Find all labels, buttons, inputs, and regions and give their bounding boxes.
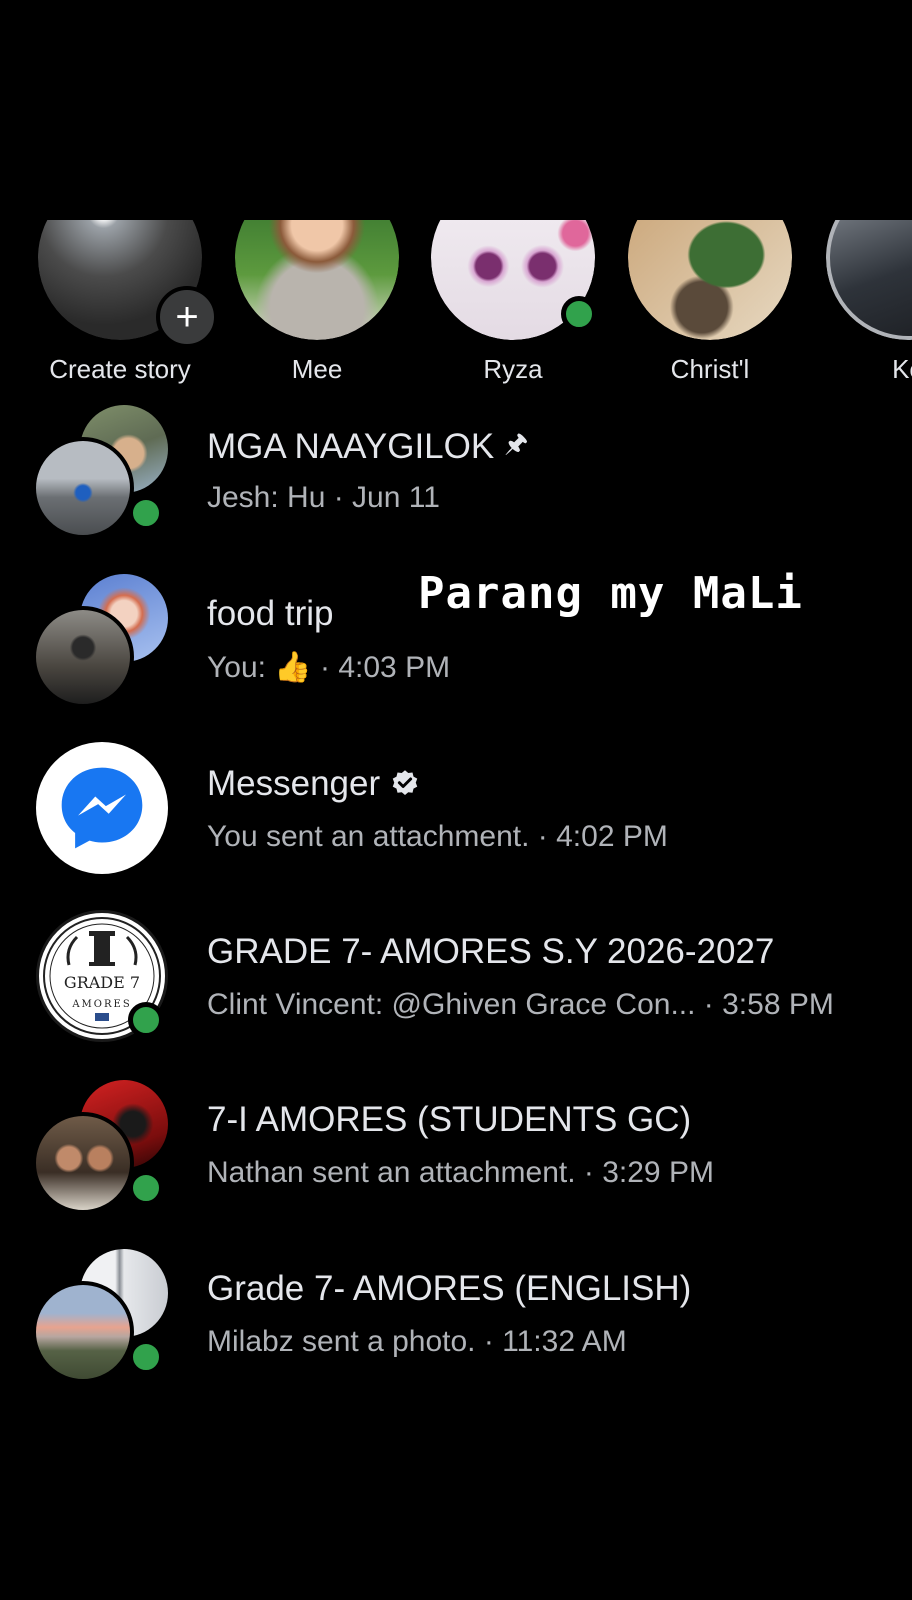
chat-title: GRADE 7- AMORES S.Y 2026-2027	[207, 932, 774, 972]
verified-badge-icon	[392, 770, 418, 795]
story-avatar	[628, 220, 792, 340]
chat-last-message: Clint Vincent: @Ghiven Grace Con... · 3:…	[207, 988, 834, 1021]
message-sender: You:	[207, 651, 266, 684]
chat-row-grade7-amores-english[interactable]: Grade 7- AMORES (ENGLISH) Milabz sent a …	[0, 1247, 912, 1415]
chat-last-message: Jesh: Hu · Jun 11	[207, 481, 440, 514]
chat-last-message: You sent an attachment. · 4:02 PM	[207, 820, 668, 853]
messenger-avatar	[36, 742, 172, 878]
story-name: Christ'l	[670, 354, 750, 384]
online-indicator	[128, 1170, 164, 1206]
chat-title: Grade 7- AMORES (ENGLISH)	[207, 1269, 691, 1309]
chat-last-message: Milabz sent a photo. · 11:32 AM	[207, 1325, 627, 1358]
avatar-front	[32, 437, 134, 539]
stories-row: Create story + Mee Ryza Christ'l Ke	[0, 220, 912, 400]
chat-title-text: MGA NAAYGILOK	[207, 427, 495, 466]
chat-title-text: 7-I AMORES (STUDENTS GC)	[207, 1100, 692, 1139]
online-indicator	[128, 1002, 164, 1038]
chat-title: Messenger	[207, 764, 420, 804]
story-name: Mee	[291, 354, 343, 384]
overlay-caption: Parang my MaLi	[418, 568, 803, 619]
avatar-front	[32, 1281, 134, 1383]
chat-title-text: Messenger	[207, 764, 381, 803]
chat-title-text: food trip	[207, 594, 334, 633]
chat-row-mga-naaygilok[interactable]: MGA NAAYGILOK 🖈 Jesh: Hu · Jun 11	[0, 403, 912, 571]
pin-icon: 🖈	[504, 428, 529, 458]
avatar-front	[32, 1112, 134, 1214]
chat-last-message: Nathan sent an attachment. · 3:29 PM	[207, 1156, 714, 1189]
chat-title: food trip	[207, 594, 333, 634]
thumbs-up-icon: 👍	[274, 651, 312, 684]
group-avatar	[32, 1078, 172, 1214]
chat-row-7i-amores-students[interactable]: 7-I AMORES (STUDENTS GC) Nathan sent an …	[0, 1078, 912, 1246]
message-time: · 4:03 PM	[320, 651, 451, 684]
chat-title-text: GRADE 7- AMORES S.Y 2026-2027	[207, 932, 775, 971]
chat-title-text: Grade 7- AMORES (ENGLISH)	[207, 1269, 692, 1308]
chat-title: MGA NAAYGILOK 🖈	[207, 425, 528, 469]
story-name: Ke	[892, 354, 912, 384]
story-mee[interactable]: Mee	[217, 220, 417, 385]
story-avatar	[235, 220, 399, 340]
messenger-logo-icon	[36, 742, 168, 874]
logo-top-text: GRADE 7	[63, 973, 141, 992]
story-name: Ryza	[483, 354, 543, 384]
online-indicator	[128, 1339, 164, 1375]
story-christl[interactable]: Christ'l	[610, 220, 810, 385]
chat-row-grade7-amores-sy[interactable]: GRADE 7 AMORES GRADE 7- AMORES S.Y 2026-…	[0, 910, 912, 1078]
story-name: Create story	[49, 354, 191, 384]
group-avatar	[32, 572, 172, 708]
group-avatar	[32, 1247, 172, 1383]
create-story-plus-icon[interactable]: +	[156, 286, 218, 348]
group-logo-avatar: GRADE 7 AMORES	[36, 910, 172, 1046]
group-avatar	[32, 403, 172, 539]
chat-title: 7-I AMORES (STUDENTS GC)	[207, 1100, 691, 1140]
story-ke[interactable]: Ke	[808, 220, 912, 385]
chat-last-message: You: 👍 · 4:03 PM	[207, 650, 450, 685]
story-avatar	[826, 220, 912, 340]
story-online-indicator	[561, 296, 597, 332]
avatar-front	[32, 606, 134, 708]
online-indicator	[128, 495, 164, 531]
chat-row-messenger[interactable]: Messenger You sent an attachment. · 4:02…	[0, 742, 912, 910]
